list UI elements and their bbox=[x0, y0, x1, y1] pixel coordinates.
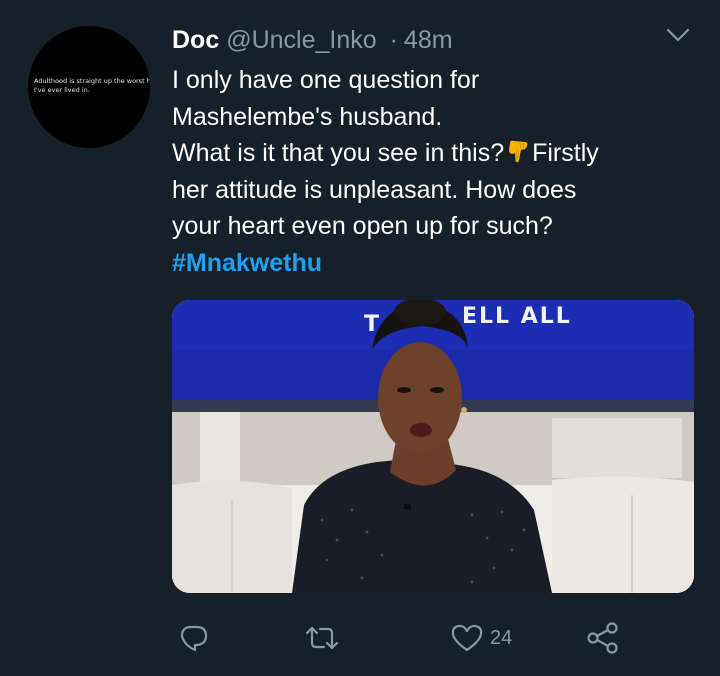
avatar-caption: Adulthood is straight up the worst hood … bbox=[34, 77, 150, 94]
tweet-timestamp[interactable]: 48m bbox=[404, 26, 453, 54]
display-name[interactable]: Doc bbox=[172, 26, 219, 54]
like-heart-icon bbox=[450, 622, 484, 654]
tweet-line: her attitude is unpleasant. How does bbox=[172, 175, 577, 204]
share-icon bbox=[586, 621, 620, 655]
tweet-line: I only have one question for bbox=[172, 66, 480, 94]
tweet-line: What is it that you see in this? Firstly bbox=[172, 139, 599, 167]
tweet-actions: 24 bbox=[0, 612, 720, 664]
hashtag-link[interactable]: #Mnakwethu bbox=[172, 245, 692, 282]
header-separator: · bbox=[389, 26, 398, 54]
banner-text-left: T bbox=[364, 312, 382, 337]
tweet-header: Doc @Uncle_Inko · 48m bbox=[172, 24, 453, 56]
banner-text-right: ELL ALL bbox=[462, 304, 572, 329]
tweet-media-image[interactable]: T ELL ALL bbox=[172, 300, 694, 593]
share-button[interactable] bbox=[586, 612, 620, 664]
chevron-down-icon[interactable] bbox=[664, 24, 692, 46]
avatar[interactable]: Adulthood is straight up the worst hood … bbox=[28, 26, 150, 148]
reply-button[interactable] bbox=[178, 612, 210, 664]
like-button[interactable]: 24 bbox=[450, 612, 512, 664]
retweet-icon bbox=[304, 622, 340, 654]
tweet-text: I only have one question for Mashelembe'… bbox=[172, 62, 692, 281]
user-handle[interactable]: @Uncle_Inko bbox=[226, 26, 376, 54]
like-count: 24 bbox=[490, 626, 513, 649]
pointing-down-hand-emoji bbox=[505, 139, 531, 165]
retweet-button[interactable] bbox=[304, 612, 340, 664]
tweet-line: Mashelembe's husband. bbox=[172, 102, 443, 131]
tweet-line: your heart even open up for such? bbox=[172, 212, 553, 240]
reply-icon bbox=[178, 622, 210, 654]
